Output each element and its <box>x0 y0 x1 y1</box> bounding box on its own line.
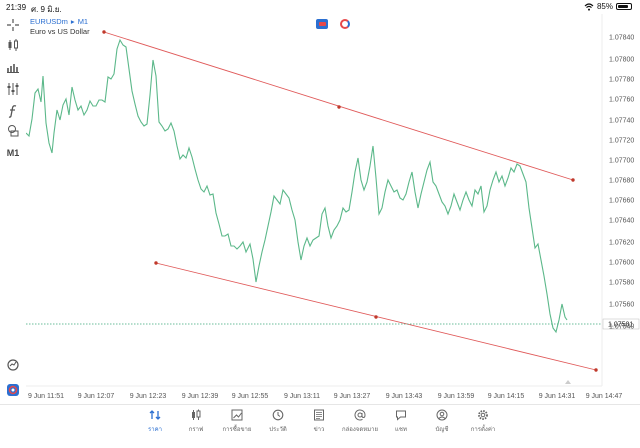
tab-news-label: ข่าว <box>313 427 325 433</box>
price-axis-label: 1.07780 <box>609 77 634 84</box>
tab-history-label: ประวัติ <box>269 427 287 433</box>
tab-history[interactable]: ประวัติ <box>258 409 298 434</box>
price-axis-label: 1.07560 <box>609 302 634 309</box>
mailbox-icon <box>354 409 366 421</box>
time-axis-label: 9 Jun 14:31 <box>539 393 576 400</box>
price-axis-label: 1.07680 <box>609 178 634 185</box>
news-icon <box>314 409 324 421</box>
function-icon[interactable] <box>4 104 22 118</box>
price-axis-label: 1.07700 <box>609 158 634 165</box>
price-chart[interactable]: 1.07581 1.078401.078001.077801.077601.07… <box>26 14 640 404</box>
tab-trade[interactable]: การซื้อขาย <box>217 409 257 434</box>
sliders-icon[interactable] <box>4 82 22 96</box>
settings-icon <box>478 410 488 420</box>
symbol-name[interactable]: EURUSDm <box>30 17 68 26</box>
price-axis-label: 1.07640 <box>609 218 634 225</box>
crosshair-icon[interactable] <box>4 18 22 32</box>
tab-chat[interactable]: แชท <box>381 409 421 434</box>
trend-anchor-point[interactable] <box>374 315 378 319</box>
timeframe-button[interactable]: M1 <box>4 146 22 160</box>
time-axis-label: 9 Jun 12:23 <box>130 393 167 400</box>
trade-icon <box>231 409 243 421</box>
price-axis-label: 1.07580 <box>609 280 634 287</box>
status-time: 21:39 <box>6 3 27 12</box>
tab-quotes[interactable]: ราคา <box>135 409 175 434</box>
app-logo-icon[interactable] <box>4 383 22 397</box>
tab-trade-label: การซื้อขาย <box>222 427 252 433</box>
symbol-description: Euro vs US Dollar <box>30 27 90 36</box>
symbol-timeframe[interactable]: M1 <box>78 17 88 26</box>
time-axis-label: 9 Jun 14:47 <box>586 393 623 400</box>
symbol-separator-icon: ▸ <box>70 17 75 26</box>
time-axis-label: 9 Jun 13:59 <box>438 393 475 400</box>
status-bar: 21:39 ศ. 9 มิ.ย. 85% <box>0 0 640 14</box>
price-axis-label: 1.07840 <box>609 35 634 42</box>
tab-quotes-label: ราคา <box>148 427 162 433</box>
battery-percent: 85% <box>596 2 613 11</box>
time-axis-label: 9 Jun 12:39 <box>182 393 219 400</box>
trend-anchor-point[interactable] <box>594 368 598 372</box>
price-axis-label: 1.07720 <box>609 138 634 145</box>
price-axis-label: 1.07660 <box>609 198 634 205</box>
battery-icon <box>616 3 632 10</box>
time-axis-label: 9 Jun 12:55 <box>232 393 269 400</box>
price-series-line <box>26 38 568 334</box>
status-right: 85% <box>584 2 632 11</box>
tab-mailbox-label: กล่องจดหมาย <box>341 427 379 433</box>
chart-icon <box>192 409 201 420</box>
tab-settings[interactable]: การตั้งค่า <box>463 409 503 434</box>
price-axis-label: 1.07760 <box>609 97 634 104</box>
time-axis-label: 9 Jun 13:11 <box>284 393 320 400</box>
price-axis-label: 1.07800 <box>609 57 634 64</box>
search-chart-icon[interactable] <box>4 358 22 372</box>
tab-chat-label: แชท <box>395 427 407 433</box>
time-axis-label: 9 Jun 14:15 <box>488 393 525 400</box>
tab-account-label: บัญชี <box>435 427 449 433</box>
symbol-info[interactable]: EURUSDm ▸ M1 Euro vs US Dollar <box>30 17 90 37</box>
time-axis-label: 9 Jun 11:51 <box>28 393 64 400</box>
candlestick-icon[interactable] <box>4 38 22 52</box>
wifi-icon <box>584 2 594 11</box>
history-icon <box>272 409 284 421</box>
price-axis-label: 1.07740 <box>609 118 634 125</box>
one-click-trading-icon[interactable] <box>316 19 328 29</box>
trend-anchor-point[interactable] <box>102 30 106 34</box>
scroll-marker-icon[interactable] <box>565 380 571 384</box>
chart-area[interactable]: 1.07581 1.07840 1.07800 1.07780 1.07760 1.07… <box>26 14 640 404</box>
indicator-bars-icon[interactable] <box>4 60 22 74</box>
chat-icon <box>396 410 406 421</box>
tab-settings-label: การตั้งค่า <box>470 427 496 433</box>
price-axis-label: 1.07600 <box>609 260 634 267</box>
time-axis-label: 9 Jun 13:43 <box>386 393 423 400</box>
tab-mailbox[interactable]: กล่องจดหมาย <box>340 409 380 434</box>
left-toolbar: M1 <box>0 14 26 404</box>
time-axis-label: 9 Jun 13:27 <box>334 393 371 400</box>
tab-news[interactable]: ข่าว <box>299 409 339 434</box>
tab-chart[interactable]: กราฟ <box>176 409 216 434</box>
time-axis-label: 9 Jun 12:07 <box>78 393 115 400</box>
shapes-icon[interactable] <box>4 124 22 138</box>
time-axis-labels: 9 Jun 11:51 9 Jun 12:07 9 Jun 12:23 9 Jun 1… <box>28 393 622 400</box>
quotes-icon <box>149 410 161 420</box>
trend-anchor-point[interactable] <box>154 261 158 265</box>
tab-account[interactable]: บัญชี <box>422 409 462 434</box>
account-icon <box>436 409 448 421</box>
bottom-tab-bar: ราคา กราฟ การซื้อขาย ประวัติ ข่าว กล่องจ… <box>0 404 640 448</box>
trend-anchor-point[interactable] <box>337 105 341 109</box>
price-axis-label: 1.07540 <box>609 324 634 331</box>
trend-anchor-point[interactable] <box>571 178 575 182</box>
price-axis-label: 1.07620 <box>609 240 634 247</box>
chart-mode-icon[interactable] <box>340 19 350 29</box>
tab-chart-label: กราฟ <box>188 427 204 433</box>
price-axis-labels: 1.07840 1.07800 1.07780 1.07760 1.07740 1.077… <box>609 35 634 331</box>
